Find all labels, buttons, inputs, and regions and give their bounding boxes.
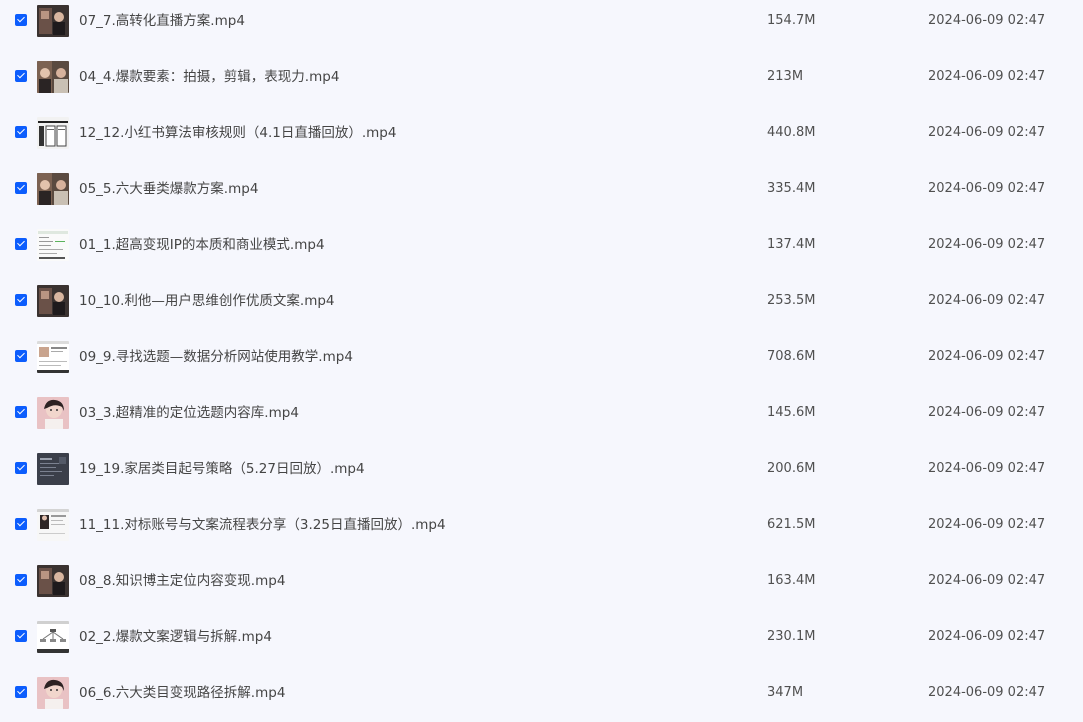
file-row[interactable]: 06_6.六大类目变现路径拆解.mp4 347M 2024-06-09 02:4… (0, 665, 1083, 721)
face-pink-thumbnail[interactable] (37, 397, 69, 429)
file-size: 230.1M (767, 629, 816, 644)
webpage-person-thumbnail[interactable] (37, 509, 69, 541)
checkbox-checked[interactable] (15, 686, 27, 698)
checkbox-checked[interactable] (15, 294, 27, 306)
checkbox-checked[interactable] (15, 70, 27, 82)
file-name[interactable]: 07_7.高转化直播方案.mp4 (79, 12, 245, 30)
face-pink-thumbnail[interactable] (37, 677, 69, 709)
file-size: 440.8M (767, 125, 816, 140)
file-date: 2024-06-09 02:47 (928, 685, 1046, 700)
file-size: 137.4M (767, 237, 816, 252)
dark-portrait-thumbnail[interactable] (37, 565, 69, 597)
file-row[interactable]: 12_12.小红书算法审核规则（4.1日直播回放）.mp4 440.8M 202… (0, 105, 1083, 161)
file-size: 154.7M (767, 13, 816, 28)
document-slides-thumbnail[interactable] (37, 117, 69, 149)
file-date: 2024-06-09 02:47 (928, 237, 1046, 252)
file-size: 163.4M (767, 573, 816, 588)
file-row[interactable]: 08_8.知识博主定位内容变现.mp4 163.4M 2024-06-09 02… (0, 553, 1083, 609)
checkbox-checked[interactable] (15, 518, 27, 530)
checkbox-checked[interactable] (15, 350, 27, 362)
file-name[interactable]: 10_10.利他—用户思维创作优质文案.mp4 (79, 292, 335, 310)
file-date: 2024-06-09 02:47 (928, 125, 1046, 140)
spreadsheet-thumbnail[interactable] (37, 229, 69, 261)
checkbox-checked[interactable] (15, 126, 27, 138)
file-date: 2024-06-09 02:47 (928, 13, 1046, 28)
file-name[interactable]: 11_11.对标账号与文案流程表分享（3.25日直播回放）.mp4 (79, 516, 446, 534)
file-name[interactable]: 02_2.爆款文案逻辑与拆解.mp4 (79, 628, 272, 646)
file-name[interactable]: 19_19.家居类目起号策略（5.27日回放）.mp4 (79, 460, 365, 478)
checkbox-checked[interactable] (15, 406, 27, 418)
two-portrait-thumbnail[interactable] (37, 61, 69, 93)
file-date: 2024-06-09 02:47 (928, 517, 1046, 532)
file-size: 347M (767, 685, 804, 700)
file-size: 708.6M (767, 349, 816, 364)
dark-slide-thumbnail[interactable] (37, 453, 69, 485)
file-size: 621.5M (767, 517, 816, 532)
webpage-thumbnail[interactable] (37, 341, 69, 373)
file-row[interactable]: 11_11.对标账号与文案流程表分享（3.25日直播回放）.mp4 621.5M… (0, 497, 1083, 553)
two-portrait-thumbnail[interactable] (37, 173, 69, 205)
file-row[interactable]: 01_1.超高变现IP的本质和商业模式.mp4 137.4M 2024-06-0… (0, 217, 1083, 273)
file-size: 145.6M (767, 405, 816, 420)
dark-portrait-thumbnail[interactable] (37, 285, 69, 317)
file-row[interactable]: 19_19.家居类目起号策略（5.27日回放）.mp4 200.6M 2024-… (0, 441, 1083, 497)
mindmap-thumbnail[interactable] (37, 621, 69, 653)
file-date: 2024-06-09 02:47 (928, 573, 1046, 588)
file-row[interactable]: 09_9.寻找选题—数据分析网站使用教学.mp4 708.6M 2024-06-… (0, 329, 1083, 385)
dark-portrait-thumbnail[interactable] (37, 5, 69, 37)
file-name[interactable]: 04_4.爆款要素：拍摄，剪辑，表现力.mp4 (79, 68, 339, 86)
file-name[interactable]: 06_6.六大类目变现路径拆解.mp4 (79, 684, 285, 702)
file-size: 253.5M (767, 293, 816, 308)
file-size: 200.6M (767, 461, 816, 476)
file-row[interactable]: 10_10.利他—用户思维创作优质文案.mp4 253.5M 2024-06-0… (0, 273, 1083, 329)
file-name[interactable]: 05_5.六大垂类爆款方案.mp4 (79, 180, 258, 198)
file-date: 2024-06-09 02:47 (928, 293, 1046, 308)
file-row[interactable]: 07_7.高转化直播方案.mp4 154.7M 2024-06-09 02:47 (0, 0, 1083, 49)
checkbox-checked[interactable] (15, 238, 27, 250)
file-row[interactable]: 05_5.六大垂类爆款方案.mp4 335.4M 2024-06-09 02:4… (0, 161, 1083, 217)
file-name[interactable]: 03_3.超精准的定位选题内容库.mp4 (79, 404, 299, 422)
file-date: 2024-06-09 02:47 (928, 349, 1046, 364)
file-name[interactable]: 12_12.小红书算法审核规则（4.1日直播回放）.mp4 (79, 124, 396, 142)
checkbox-checked[interactable] (15, 574, 27, 586)
checkbox-checked[interactable] (15, 630, 27, 642)
file-row[interactable]: 04_4.爆款要素：拍摄，剪辑，表现力.mp4 213M 2024-06-09 … (0, 49, 1083, 105)
file-date: 2024-06-09 02:47 (928, 69, 1046, 84)
file-size: 335.4M (767, 181, 816, 196)
file-date: 2024-06-09 02:47 (928, 405, 1046, 420)
file-date: 2024-06-09 02:47 (928, 181, 1046, 196)
file-date: 2024-06-09 02:47 (928, 629, 1046, 644)
file-name[interactable]: 08_8.知识博主定位内容变现.mp4 (79, 572, 285, 590)
file-name[interactable]: 01_1.超高变现IP的本质和商业模式.mp4 (79, 236, 325, 254)
checkbox-checked[interactable] (15, 14, 27, 26)
file-row[interactable]: 03_3.超精准的定位选题内容库.mp4 145.6M 2024-06-09 0… (0, 385, 1083, 441)
file-size: 213M (767, 69, 804, 84)
checkbox-checked[interactable] (15, 462, 27, 474)
file-date: 2024-06-09 02:47 (928, 461, 1046, 476)
checkbox-checked[interactable] (15, 182, 27, 194)
file-row[interactable]: 02_2.爆款文案逻辑与拆解.mp4 230.1M 2024-06-09 02:… (0, 609, 1083, 665)
file-name[interactable]: 09_9.寻找选题—数据分析网站使用教学.mp4 (79, 348, 353, 366)
file-list: 07_7.高转化直播方案.mp4 154.7M 2024-06-09 02:47… (0, 0, 1083, 722)
